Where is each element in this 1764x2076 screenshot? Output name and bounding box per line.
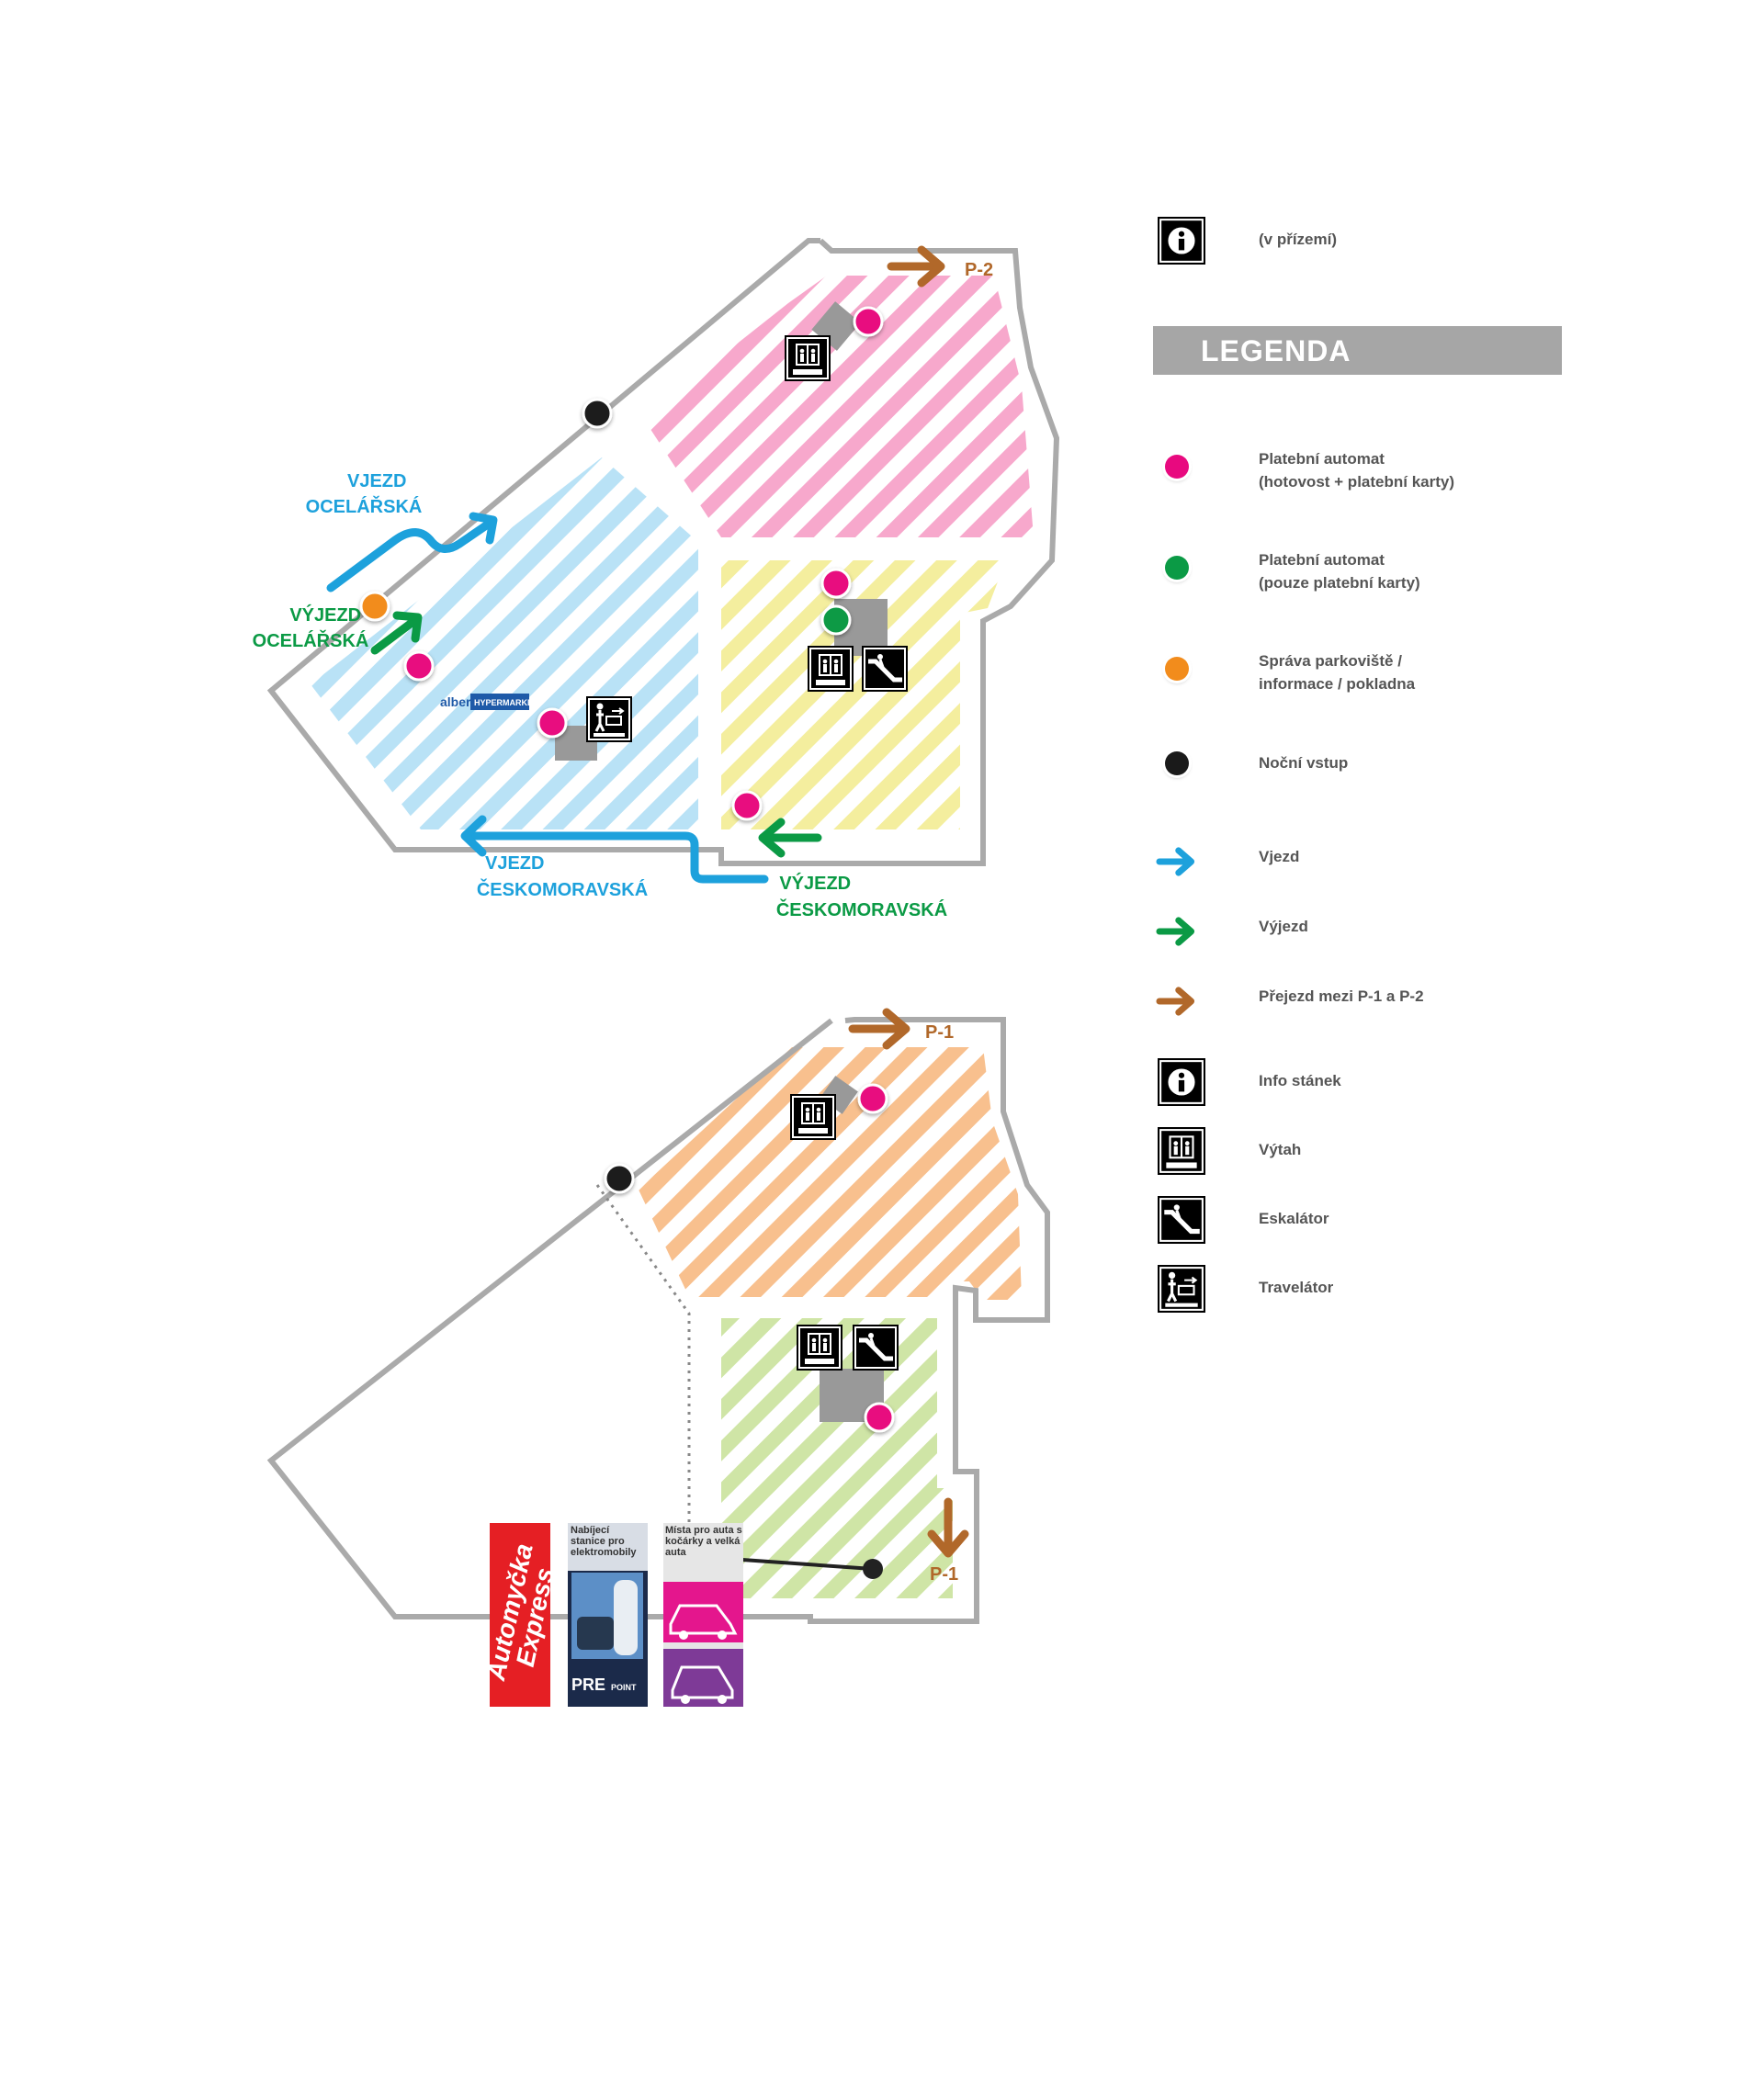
transfer-label-p2: P-2 <box>965 260 993 280</box>
elevator-icon <box>784 334 831 382</box>
escalator-icon <box>862 646 908 692</box>
night-entry-dot <box>604 1163 635 1194</box>
transfer-label-p1-bottom: P-1 <box>930 1564 958 1585</box>
legend-item-travelator: Travelátor <box>1153 1265 1566 1320</box>
info-icon <box>1158 217 1205 265</box>
charging-brand: PRE <box>571 1675 605 1694</box>
payment-full-dot <box>864 1402 895 1433</box>
legend-title: LEGENDA <box>1201 334 1351 367</box>
payment-card-dot <box>820 604 852 636</box>
pointer-end <box>863 1559 883 1579</box>
transfer-arrow-icon <box>1156 987 1195 1016</box>
legend-item-payment-card: Platební automat (pouze platební karty) <box>1153 547 1566 602</box>
legend-item-transfer: Přejezd mezi P-1 a P-2 <box>1153 977 1566 1032</box>
entry-arrow-icon <box>1156 847 1195 876</box>
svg-text:albert: albert <box>440 694 475 709</box>
legend-item-payment-full: Platební automat (hotovost + platební ka… <box>1153 446 1566 501</box>
legend-item-elevator: Výtah <box>1153 1127 1566 1182</box>
label-exit-ceskomoravska: VÝJEZD ČESKOMORAVSKÁ <box>776 872 947 920</box>
legend-item-info: Info stánek <box>1153 1058 1566 1113</box>
payment-full-dot <box>820 568 852 599</box>
transfer-label-p1-top: P-1 <box>925 1022 954 1043</box>
legend-item-entry: Vjezd <box>1153 838 1566 893</box>
elevator-icon <box>1158 1127 1205 1175</box>
management-dot <box>1165 657 1189 681</box>
payment-full-dot <box>403 650 435 682</box>
payment-full-dot <box>857 1083 888 1114</box>
store-logo: albert HYPERMARKET <box>440 694 538 710</box>
travelator-icon <box>584 694 634 744</box>
payment-full-dot <box>731 790 763 821</box>
family-text: Místa pro auta s kočárky a velká auta <box>665 1525 742 1558</box>
legend-item-management: Správa parkoviště / informace / pokladna <box>1153 648 1566 703</box>
management-dot <box>359 591 390 622</box>
escalator-icon <box>1158 1196 1205 1244</box>
legend-item-escalator: Eskalátor <box>1153 1196 1566 1251</box>
payment-full-dot <box>853 306 884 337</box>
night-entry-dot <box>582 398 613 429</box>
label-entry-ceskomoravska: VJEZD ČESKOMORAVSKÁ <box>477 853 648 900</box>
elevator-icon <box>807 645 854 693</box>
svg-text:HYPERMARKET: HYPERMARKET <box>474 698 538 707</box>
label-entry-ocelarska: VJEZD OCELÁŘSKÁ <box>306 471 423 517</box>
elevator-icon <box>789 1093 837 1141</box>
payment-full-dot <box>1165 455 1189 479</box>
payment-full-dot <box>537 707 568 739</box>
payment-card-dot <box>1165 556 1189 580</box>
legend-info-note: (v přízemí) <box>1153 214 1566 269</box>
info-icon <box>1158 1058 1205 1106</box>
exit-arrow-icon <box>1156 917 1195 946</box>
travelator-icon <box>1158 1265 1205 1313</box>
charging-brand-point: POINT <box>611 1683 637 1692</box>
label-exit-ocelarska: VÝJEZD OCELÁŘSKÁ <box>253 604 369 651</box>
map-top-level: albert HYPERMARKET P-2 VJEZD OCELÁŘSKÁ V… <box>253 238 1060 920</box>
parking-map: albert HYPERMARKET P-2 VJEZD OCELÁŘSKÁ V… <box>253 238 1060 1707</box>
legend-item-exit: Výjezd <box>1153 908 1566 963</box>
night-entry-dot <box>1165 751 1189 775</box>
escalator-icon <box>853 1325 899 1371</box>
elevator-icon <box>796 1324 843 1371</box>
ad-charging-station: Nabíjecí stanice pro elektromobily PRE P… <box>568 1523 648 1707</box>
legend-item-night-entry: Noční vstup <box>1153 744 1566 799</box>
ad-family-parking: Místa pro auta s kočárky a velká auta <box>663 1523 743 1707</box>
legend-title-banner: LEGENDA <box>1153 326 1562 375</box>
charging-text: Nabíjecí stanice pro elektromobily <box>571 1525 637 1558</box>
map-bottom-level: P-1 P-1 Automyčka Express Nabíjecí stani… <box>266 1008 1050 1707</box>
